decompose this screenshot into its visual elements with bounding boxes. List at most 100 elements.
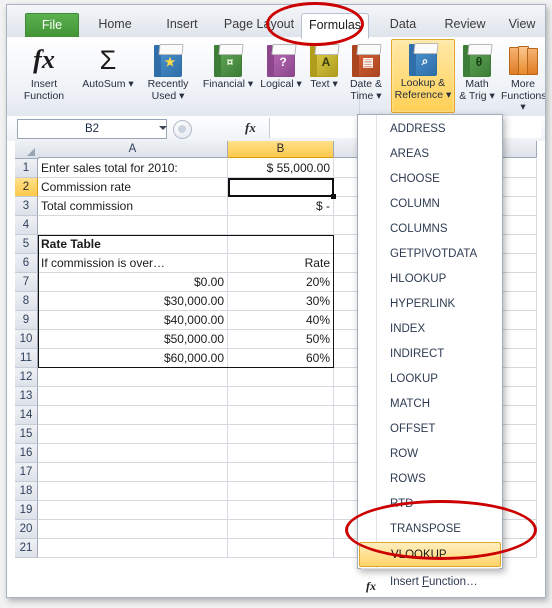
cell-A21[interactable]	[38, 539, 228, 558]
ribbon-button-recently-used[interactable]: ★ Recently Used ▾	[137, 41, 199, 102]
menu-item-getpivotdata[interactable]: GETPIVOTDATA	[359, 242, 501, 267]
cell-A11[interactable]: $60,000.00	[38, 349, 228, 368]
menu-item-offset[interactable]: OFFSET	[359, 417, 501, 442]
cell-B2[interactable]	[228, 178, 334, 197]
row-header-16[interactable]: 16	[15, 444, 38, 463]
row-header-1[interactable]: 1	[15, 159, 38, 178]
cell-A7[interactable]: $0.00	[38, 273, 228, 292]
cell-A13[interactable]	[38, 387, 228, 406]
row-header-12[interactable]: 12	[15, 368, 38, 387]
cell-B18[interactable]	[228, 482, 334, 501]
ribbon-tab-insert[interactable]: Insert	[155, 13, 209, 37]
cell-A20[interactable]	[38, 520, 228, 539]
menu-item-lookup[interactable]: LOOKUP	[359, 367, 501, 392]
ribbon-button-insert-function[interactable]: fx Insert Function	[11, 41, 77, 102]
menu-item-columns[interactable]: COLUMNS	[359, 217, 501, 242]
row-header-14[interactable]: 14	[15, 406, 38, 425]
cell-B15[interactable]	[228, 425, 334, 444]
row-header-5[interactable]: 5	[15, 235, 38, 254]
row-header-9[interactable]: 9	[15, 311, 38, 330]
ribbon-tab-review[interactable]: Review	[437, 13, 493, 37]
cell-B21[interactable]	[228, 539, 334, 558]
name-box-dropdown-icon[interactable]	[159, 126, 167, 130]
ribbon-button-lookup-reference[interactable]: ⌕ Lookup & Reference ▾	[391, 39, 455, 113]
row-header-18[interactable]: 18	[15, 482, 38, 501]
row-header-11[interactable]: 11	[15, 349, 38, 368]
menu-item-rows[interactable]: ROWS	[359, 467, 501, 492]
menu-item-indirect[interactable]: INDIRECT	[359, 342, 501, 367]
column-header-B[interactable]: B	[228, 141, 334, 158]
fill-handle[interactable]	[331, 194, 336, 199]
menu-item-index[interactable]: INDEX	[359, 317, 501, 342]
cell-A14[interactable]	[38, 406, 228, 425]
row-header-4[interactable]: 4	[15, 216, 38, 235]
cell-A4[interactable]	[38, 216, 228, 235]
ribbon-button-logical[interactable]: ? Logical ▾	[257, 41, 305, 91]
name-box[interactable]: B2	[17, 119, 167, 139]
ribbon-tab-formulas[interactable]: Formulas	[301, 13, 369, 39]
ribbon-tab-view[interactable]: View	[499, 13, 545, 37]
cell-B5[interactable]	[228, 235, 334, 254]
insert-function-fx-icon[interactable]: fx	[245, 120, 256, 136]
cell-B3[interactable]: $ -	[228, 197, 334, 216]
cell-A15[interactable]	[38, 425, 228, 444]
row-header-13[interactable]: 13	[15, 387, 38, 406]
cell-B6[interactable]: Rate	[228, 254, 334, 273]
menu-item-choose[interactable]: CHOOSE	[359, 167, 501, 192]
cell-A6[interactable]: If commission is over…	[38, 254, 228, 273]
ribbon-button-financial[interactable]: ¤ Financial ▾	[199, 41, 257, 91]
lookup-reference-dropdown-menu[interactable]: ADDRESS AREAS CHOOSE COLUMN COLUMNS GETPIVOTD…	[357, 114, 503, 593]
cell-B9[interactable]: 40%	[228, 311, 334, 330]
menu-item-insert-function[interactable]: fx Insert Function…	[359, 570, 501, 595]
ribbon-button-more-functions[interactable]: More Functions ▾	[501, 41, 545, 114]
cell-B19[interactable]	[228, 501, 334, 520]
cell-A10[interactable]: $50,000.00	[38, 330, 228, 349]
menu-item-column[interactable]: COLUMN	[359, 192, 501, 217]
column-header-A[interactable]: A	[38, 141, 228, 158]
collapse-dialog-button[interactable]	[173, 120, 192, 139]
menu-item-row[interactable]: ROW	[359, 442, 501, 467]
menu-item-hyperlink[interactable]: HYPERLINK	[359, 292, 501, 317]
cell-B16[interactable]	[228, 444, 334, 463]
menu-item-match[interactable]: MATCH	[359, 392, 501, 417]
menu-item-transpose[interactable]: TRANSPOSE	[359, 517, 501, 542]
cell-B20[interactable]	[228, 520, 334, 539]
cell-B12[interactable]	[228, 368, 334, 387]
cell-A19[interactable]	[38, 501, 228, 520]
row-header-17[interactable]: 17	[15, 463, 38, 482]
ribbon-tab-home[interactable]: Home	[87, 13, 143, 37]
row-header-20[interactable]: 20	[15, 520, 38, 539]
row-header-3[interactable]: 3	[15, 197, 38, 216]
ribbon-button-math-trig[interactable]: θ Math & Trig ▾	[455, 41, 499, 102]
row-header-2[interactable]: 2	[15, 178, 38, 197]
ribbon-button-date-time[interactable]: ▤ Date & Time ▾	[343, 41, 389, 102]
row-header-8[interactable]: 8	[15, 292, 38, 311]
cell-B4[interactable]	[228, 216, 334, 235]
row-header-7[interactable]: 7	[15, 273, 38, 292]
cell-B14[interactable]	[228, 406, 334, 425]
cell-A2[interactable]: Commission rate	[38, 178, 228, 197]
cell-B7[interactable]: 20%	[228, 273, 334, 292]
cell-B17[interactable]	[228, 463, 334, 482]
cell-B8[interactable]: 30%	[228, 292, 334, 311]
cell-A16[interactable]	[38, 444, 228, 463]
cell-A5[interactable]: Rate Table	[38, 235, 228, 254]
select-all-corner[interactable]	[15, 141, 39, 159]
ribbon-tab-data[interactable]: Data	[379, 13, 427, 37]
row-header-6[interactable]: 6	[15, 254, 38, 273]
cell-B13[interactable]	[228, 387, 334, 406]
menu-item-hlookup[interactable]: HLOOKUP	[359, 267, 501, 292]
menu-item-vlookup[interactable]: VLOOKUP	[359, 542, 501, 567]
menu-item-address[interactable]: ADDRESS	[359, 117, 501, 142]
menu-item-rtd[interactable]: RTD	[359, 492, 501, 517]
cell-A8[interactable]: $30,000.00	[38, 292, 228, 311]
ribbon-tab-page-layout[interactable]: Page Layout	[221, 13, 297, 37]
row-header-10[interactable]: 10	[15, 330, 38, 349]
cell-A1[interactable]: Enter sales total for 2010:	[38, 159, 228, 178]
cell-B1[interactable]: $ 55,000.00	[228, 159, 334, 178]
cell-A12[interactable]	[38, 368, 228, 387]
row-header-19[interactable]: 19	[15, 501, 38, 520]
ribbon-button-autosum[interactable]: Σ AutoSum ▾	[79, 41, 137, 91]
cell-B11[interactable]: 60%	[228, 349, 334, 368]
cell-A9[interactable]: $40,000.00	[38, 311, 228, 330]
